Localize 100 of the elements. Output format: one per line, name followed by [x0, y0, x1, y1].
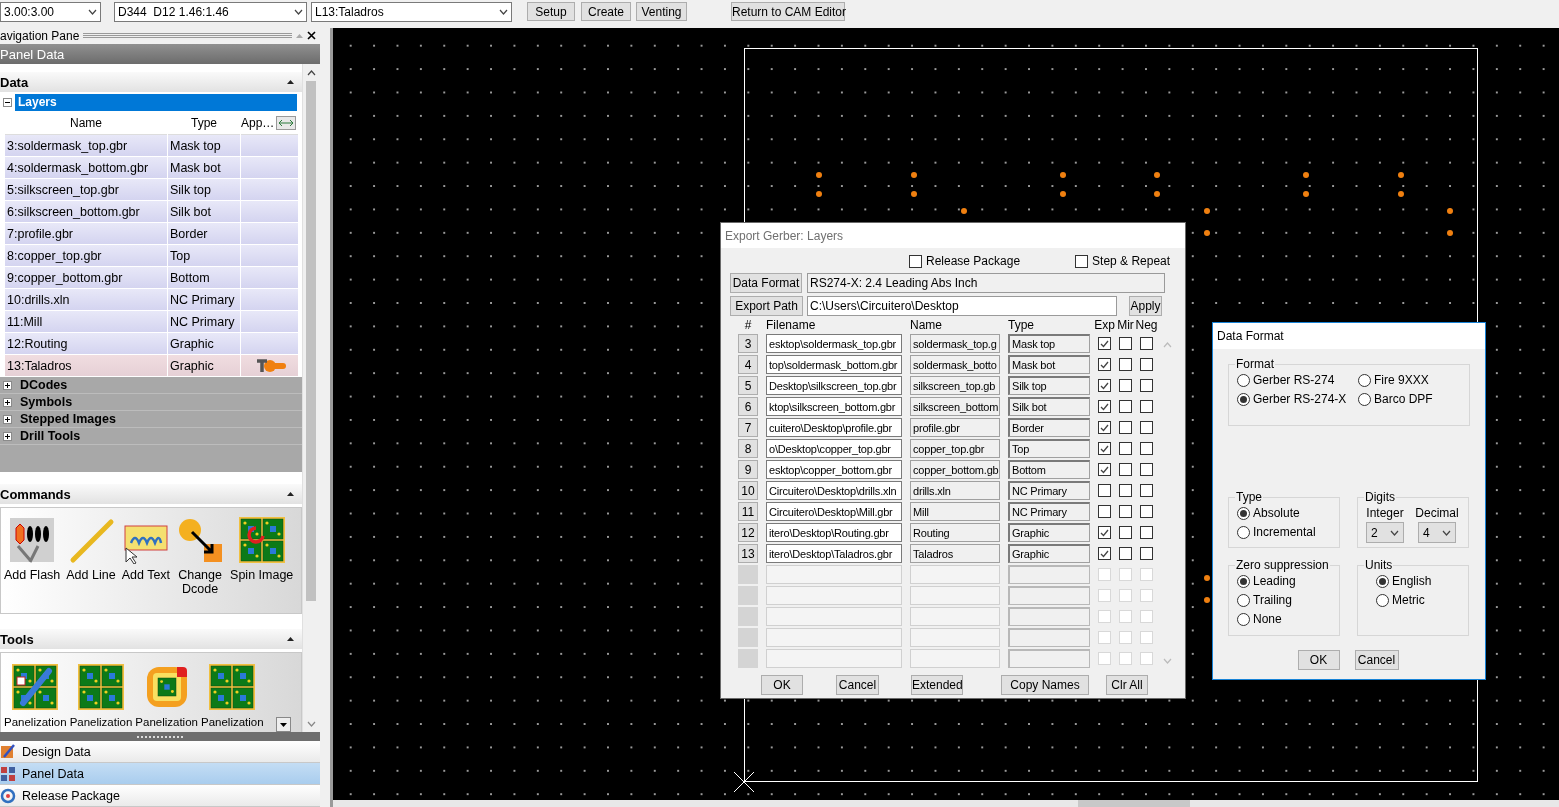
radio-button[interactable] [1237, 593, 1250, 607]
nav-item[interactable]: Release Package [0, 785, 320, 807]
name-field[interactable]: silkscreen_top.gb [910, 376, 1000, 395]
close-icon[interactable] [307, 31, 316, 41]
layer-name-cell[interactable]: 9:copper_bottom.gbr [5, 267, 167, 289]
type-field[interactable]: Graphic [1008, 544, 1090, 563]
layer-name-cell[interactable]: 5:silkscreen_top.gbr [5, 179, 167, 201]
checkbox[interactable] [1098, 421, 1111, 434]
checkbox[interactable] [1119, 421, 1132, 434]
board-grid-icon[interactable] [208, 663, 257, 711]
name-field[interactable]: soldermask_botto [910, 355, 1000, 374]
type-field[interactable]: NC Primary [1008, 502, 1090, 521]
name-field[interactable]: Routing [910, 523, 1000, 542]
type-field[interactable]: Silk bot [1008, 397, 1090, 416]
layer-name-cell[interactable]: 7:profile.gbr [5, 223, 167, 245]
collapse-icon[interactable] [287, 492, 294, 496]
tree-item[interactable]: Symbols [20, 395, 73, 409]
radio-button[interactable] [1237, 612, 1250, 626]
dcode-arrow-icon[interactable] [176, 516, 225, 564]
dropdown[interactable]: 3.00:3.00 [0, 1, 101, 22]
radio-button[interactable] [1376, 574, 1389, 588]
type-field[interactable]: Bottom [1008, 460, 1090, 479]
expand-icon[interactable] [3, 380, 12, 390]
dialog-button[interactable]: Copy Names [1001, 675, 1089, 695]
name-field[interactable]: Taladros [910, 544, 1000, 563]
flash-pads-icon[interactable] [8, 516, 57, 564]
type-field[interactable]: Mask bot [1008, 355, 1090, 374]
section-header[interactable]: Tools [0, 629, 302, 649]
tool-label[interactable]: Panelization [4, 715, 67, 729]
tool-label[interactable]: Panelization [135, 715, 198, 729]
row-number-button[interactable]: 3 [738, 334, 758, 353]
row-number-button[interactable]: 9 [738, 460, 758, 479]
rotate-board-icon[interactable] [237, 516, 286, 564]
checkbox[interactable] [1098, 379, 1111, 392]
layer-name-cell[interactable]: 11:Mill [5, 311, 167, 333]
layer-name-cell[interactable]: 8:copper_top.gbr [5, 245, 167, 267]
more-button[interactable] [276, 717, 291, 732]
layer-name-cell[interactable]: 6:silkscreen_bottom.gbr [5, 201, 167, 223]
radio-button[interactable] [1358, 392, 1371, 406]
layer-name-cell[interactable]: 12:Routing [5, 333, 167, 355]
name-field[interactable]: profile.gbr [910, 418, 1000, 437]
filename-field[interactable]: cuitero\Desktop\profile.gbr [766, 418, 902, 437]
checkbox[interactable] [1098, 358, 1111, 371]
radio-button[interactable] [1237, 525, 1250, 539]
checkbox[interactable] [1098, 463, 1111, 476]
checkbox[interactable] [1140, 358, 1153, 371]
tool-label[interactable]: Panelization [69, 715, 133, 729]
filename-field[interactable]: o\Desktop\copper_top.gbr [766, 439, 902, 458]
checkbox[interactable] [1140, 442, 1153, 455]
dialog-button[interactable]: Clr All [1106, 675, 1148, 695]
dropdown[interactable]: L13:Taladros [311, 1, 512, 22]
layer-name-cell[interactable]: 10:drills.xln [5, 289, 167, 311]
checkbox[interactable] [1119, 505, 1132, 518]
command-label[interactable]: Change Dcode [178, 568, 222, 596]
row-number-button[interactable]: 5 [738, 376, 758, 395]
radio-button[interactable] [1237, 506, 1250, 520]
data-format-button[interactable]: Data Format [730, 273, 802, 293]
expand-icon[interactable] [3, 431, 12, 441]
checkbox[interactable] [1119, 526, 1132, 539]
layer-name-cell[interactable]: 3:soldermask_top.gbr [5, 135, 167, 157]
toolbar-button[interactable]: Venting [636, 2, 687, 21]
checkbox[interactable] [1119, 400, 1132, 413]
type-field[interactable]: Mask top [1008, 334, 1090, 353]
checkbox[interactable] [1140, 337, 1153, 350]
checkbox[interactable] [1119, 337, 1132, 350]
name-field[interactable]: silkscreen_bottom [910, 397, 1000, 416]
row-number-button[interactable]: 4 [738, 355, 758, 374]
collapse-icon[interactable] [287, 80, 294, 84]
command-label[interactable]: Add Line [66, 568, 116, 582]
export-path-button[interactable]: Export Path [730, 296, 803, 316]
filename-field[interactable]: top\soldermask_bottom.gbr [766, 355, 902, 374]
name-field[interactable]: copper_bottom.gb [910, 460, 1000, 479]
nav-item[interactable]: Panel Data [0, 763, 320, 785]
dialog-button[interactable]: Cancel [836, 675, 879, 695]
radio-button[interactable] [1376, 593, 1389, 607]
type-field[interactable]: Border [1008, 418, 1090, 437]
filename-field[interactable]: Circuitero\Desktop\drills.xln [766, 481, 902, 500]
checkbox[interactable] [1098, 526, 1111, 539]
radio-button[interactable] [1358, 373, 1371, 387]
checkbox[interactable] [1140, 400, 1153, 413]
checkbox[interactable] [1119, 442, 1132, 455]
fit-columns-icon[interactable] [276, 116, 296, 130]
tree-item[interactable]: Layers [15, 93, 297, 111]
expand-icon[interactable] [3, 414, 12, 424]
dialog-button[interactable]: Cancel [1354, 650, 1399, 670]
command-label[interactable]: Add Flash [4, 568, 61, 582]
filename-field[interactable]: itero\Desktop\Taladros.gbr [766, 544, 902, 563]
tree-item[interactable]: Drill Tools [20, 429, 81, 443]
checkbox[interactable] [1098, 505, 1111, 518]
board-grid-icon[interactable] [77, 663, 125, 711]
row-number-button[interactable]: 12 [738, 523, 758, 542]
filename-field[interactable]: esktop\copper_bottom.gbr [766, 460, 902, 479]
checkbox[interactable] [909, 254, 922, 268]
checkbox[interactable] [1098, 547, 1111, 560]
radio-button[interactable] [1237, 574, 1250, 588]
name-field[interactable]: soldermask_top.g [910, 334, 1000, 353]
checkbox[interactable] [1119, 463, 1132, 476]
dialog-button[interactable]: OK [1297, 650, 1340, 670]
row-number-button[interactable]: 10 [738, 481, 758, 500]
checkbox[interactable] [1098, 484, 1111, 497]
